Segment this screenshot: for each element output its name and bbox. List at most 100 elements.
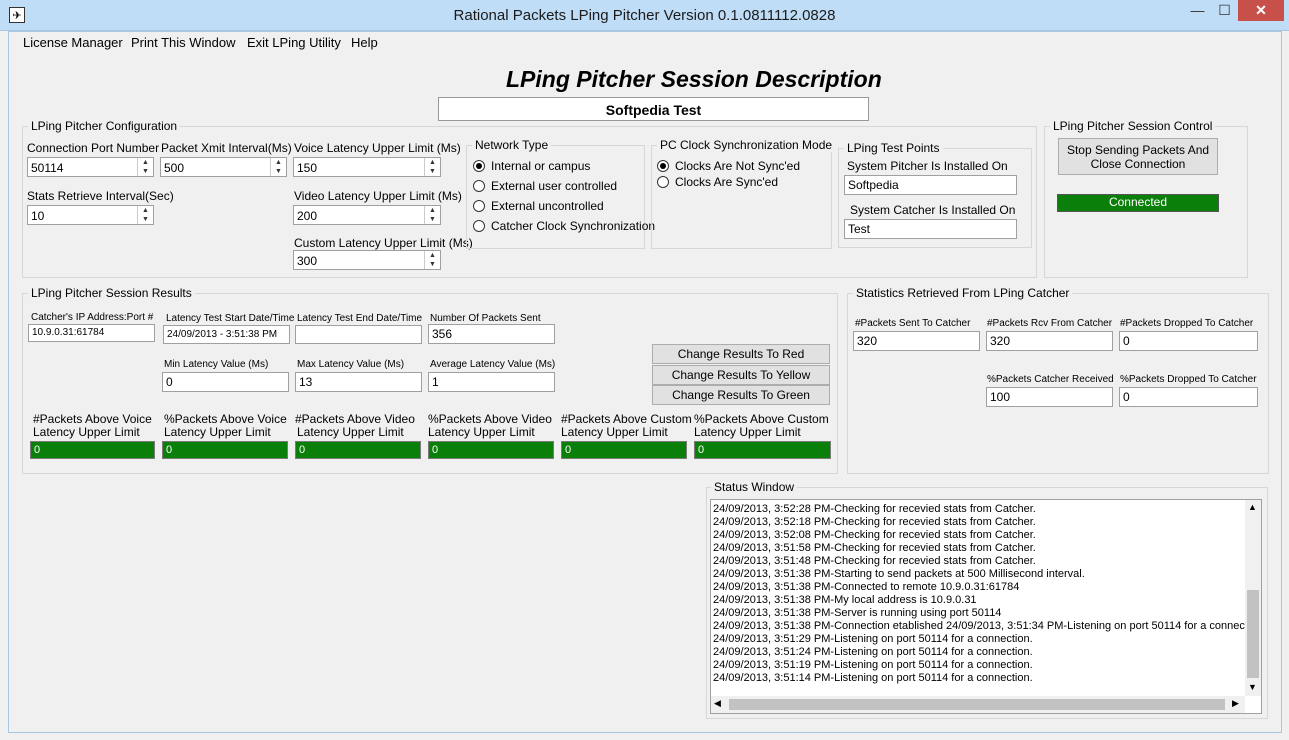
voice-limit-spinner[interactable]: 150 ▲ ▼	[293, 157, 441, 177]
horizontal-scroll-thumb[interactable]	[729, 699, 1225, 710]
above-custom-pct-field[interactable]: 0	[694, 441, 831, 459]
horizontal-scrollbar[interactable]: ◀ ▶	[711, 696, 1245, 713]
scroll-down-icon[interactable]: ▼	[1248, 682, 1257, 692]
change-results-yellow-button[interactable]: Change Results To Yellow	[652, 365, 830, 385]
above-voice-count-label-2: Latency Upper Limit	[33, 425, 140, 439]
above-video-count-field[interactable]: 0	[295, 441, 421, 459]
above-custom-count-label-2: Latency Upper Limit	[561, 425, 668, 439]
scroll-left-icon[interactable]: ◀	[714, 698, 721, 709]
xmit-label: Packet Xmit Interval(Ms)	[161, 141, 292, 155]
min-latency-label: Min Latency Value (Ms)	[164, 359, 269, 370]
vertical-scrollbar[interactable]: ▲ ▼	[1245, 500, 1261, 696]
vertical-scroll-thumb[interactable]	[1247, 590, 1259, 678]
catcher-ip-field[interactable]: 10.9.0.31:61784	[28, 324, 155, 342]
log-line: 24/09/2013, 3:51:38 PM-Connection etabli…	[713, 620, 1248, 632]
spinner-arrows-icon[interactable]: ▲ ▼	[270, 158, 286, 176]
above-video-pct-label: %Packets Above Video	[428, 412, 552, 426]
above-voice-count-field[interactable]: 0	[30, 441, 155, 459]
spinner-arrows-icon[interactable]: ▲ ▼	[424, 206, 440, 224]
above-custom-pct-label: %Packets Above Custom	[694, 412, 829, 426]
above-custom-pct-label-2: Latency Upper Limit	[694, 425, 801, 439]
status-window-legend: Status Window	[711, 480, 798, 494]
change-results-green-button[interactable]: Change Results To Green	[652, 385, 830, 405]
end-time-label: Latency Test End Date/Time	[297, 313, 423, 324]
xmit-spinner[interactable]: 500 ▲ ▼	[160, 157, 287, 177]
video-limit-value: 200	[297, 209, 318, 223]
network-radio-external-controlled[interactable]	[473, 180, 485, 192]
menu-license-manager[interactable]: License Manager	[23, 35, 123, 50]
avg-latency-field[interactable]: 1	[428, 372, 555, 392]
clock-radio-not-synced[interactable]	[657, 160, 669, 172]
status-log[interactable]: 24/09/2013, 3:52:28 PM-Checking for rece…	[710, 499, 1262, 714]
spinner-arrows-icon[interactable]: ▲ ▼	[424, 158, 440, 176]
video-limit-label: Video Latency Upper Limit (Ms)	[294, 189, 462, 203]
video-limit-spinner[interactable]: 200 ▲ ▼	[293, 205, 441, 225]
menu-help[interactable]: Help	[351, 35, 378, 50]
spinner-arrows-icon[interactable]: ▲ ▼	[137, 206, 153, 224]
above-voice-pct-field[interactable]: 0	[162, 441, 288, 459]
above-voice-count-label: #Packets Above Voice	[33, 412, 152, 426]
change-results-red-button[interactable]: Change Results To Red	[652, 344, 830, 364]
packets-sent-label: Number Of Packets Sent	[430, 313, 541, 324]
clock-option-label: Clocks Are Sync'ed	[675, 175, 779, 189]
clock-radio-synced[interactable]	[657, 176, 669, 188]
dropped-to-catcher-field[interactable]: 0	[1119, 331, 1258, 351]
above-custom-count-label: #Packets Above Custom	[561, 412, 692, 426]
menu-exit[interactable]: Exit LPing Utility	[247, 35, 341, 50]
log-line: 24/09/2013, 3:51:19 PM-Listening on port…	[713, 659, 1033, 671]
log-line: 24/09/2013, 3:51:58 PM-Checking for rece…	[713, 542, 1036, 554]
log-line: 24/09/2013, 3:51:14 PM-Listening on port…	[713, 672, 1033, 684]
spinner-arrows-icon[interactable]: ▲ ▼	[424, 251, 440, 269]
maximize-button[interactable]: ☐	[1211, 0, 1238, 21]
log-line: 24/09/2013, 3:51:29 PM-Listening on port…	[713, 633, 1033, 645]
custom-limit-spinner[interactable]: 300 ▲ ▼	[293, 250, 441, 270]
network-radio-catcher-sync[interactable]	[473, 220, 485, 232]
above-video-pct-field[interactable]: 0	[428, 441, 554, 459]
port-value: 50114	[31, 161, 64, 175]
dropped-pct-field[interactable]: 0	[1119, 387, 1258, 407]
voice-limit-value: 150	[297, 161, 318, 175]
stats-interval-label: Stats Retrieve Interval(Sec)	[27, 189, 174, 203]
rcv-from-catcher-field[interactable]: 320	[986, 331, 1113, 351]
stats-interval-spinner[interactable]: 10 ▲ ▼	[27, 205, 154, 225]
catcher-system-label: System Catcher Is Installed On	[850, 203, 1016, 217]
above-custom-count-field[interactable]: 0	[561, 441, 687, 459]
stop-sending-button[interactable]: Stop Sending Packets And Close Connectio…	[1058, 138, 1218, 175]
page-title: LPing Pitcher Session Description	[506, 66, 882, 92]
min-latency-field[interactable]: 0	[162, 372, 289, 392]
packets-sent-field[interactable]: 356	[428, 324, 555, 344]
max-latency-field[interactable]: 13	[295, 372, 422, 392]
above-video-count-label-2: Latency Upper Limit	[297, 425, 404, 439]
catcher-stats-legend: Statistics Retrieved From LPing Catcher	[853, 286, 1073, 300]
network-radio-external-uncontrolled[interactable]	[473, 200, 485, 212]
catcher-ip-label: Catcher's IP Address:Port #	[31, 312, 154, 323]
catcher-system-input[interactable]: Test	[844, 219, 1017, 239]
pitcher-system-input[interactable]: Softpedia	[844, 175, 1017, 195]
sent-to-catcher-field[interactable]: 320	[853, 331, 980, 351]
minimize-button[interactable]: —	[1184, 0, 1211, 21]
end-time-field[interactable]	[295, 325, 422, 344]
network-radio-internal[interactable]	[473, 160, 485, 172]
above-voice-pct-label-2: Latency Upper Limit	[164, 425, 271, 439]
network-option-label: External user controlled	[491, 179, 618, 193]
log-line: 24/09/2013, 3:52:18 PM-Checking for rece…	[713, 516, 1036, 528]
window-title: Rational Packets LPing Pitcher Version 0…	[453, 7, 836, 24]
catcher-received-pct-field[interactable]: 100	[986, 387, 1113, 407]
stats-interval-value: 10	[31, 209, 45, 223]
max-latency-label: Max Latency Value (Ms)	[297, 359, 405, 370]
scroll-up-icon[interactable]: ▲	[1248, 502, 1257, 512]
network-option-label: External uncontrolled	[491, 199, 604, 213]
close-button[interactable]: ✕	[1238, 0, 1284, 21]
log-line: 24/09/2013, 3:51:24 PM-Listening on port…	[713, 646, 1033, 658]
menu-print-window[interactable]: Print This Window	[131, 35, 236, 50]
network-option-label: Catcher Clock Synchronization	[491, 219, 656, 233]
log-line: 24/09/2013, 3:51:38 PM-Connected to remo…	[713, 581, 1020, 593]
spinner-arrows-icon[interactable]: ▲ ▼	[137, 158, 153, 176]
log-line: 24/09/2013, 3:51:38 PM-Starting to send …	[713, 568, 1085, 580]
above-voice-pct-label: %Packets Above Voice	[164, 412, 287, 426]
scroll-right-icon[interactable]: ▶	[1232, 698, 1239, 709]
session-description-input[interactable]: Softpedia Test	[438, 97, 869, 121]
catcher-received-pct-label: %Packets Catcher Received	[987, 374, 1114, 385]
start-time-field[interactable]: 24/09/2013 - 3:51:38 PM	[163, 325, 290, 344]
port-spinner[interactable]: 50114 ▲ ▼	[27, 157, 154, 177]
